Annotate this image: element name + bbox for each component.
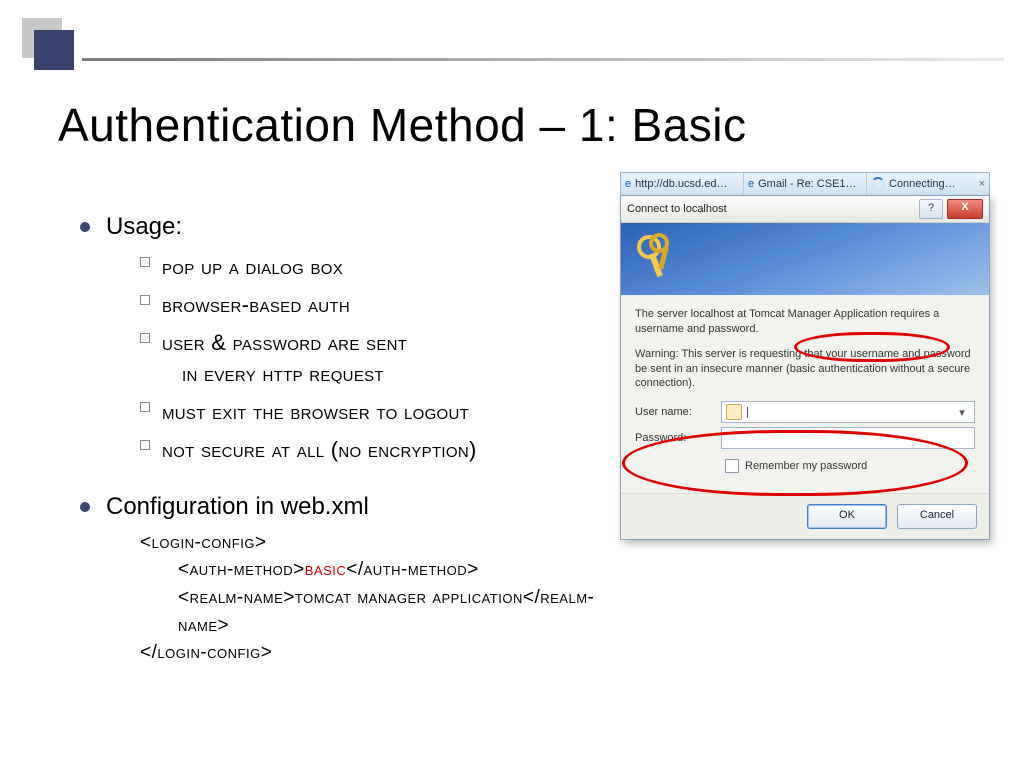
- usage-heading: Usage: Pop up a dialog box Browser-based…: [76, 210, 616, 466]
- dialog-banner: [621, 223, 989, 295]
- close-button[interactable]: X: [947, 199, 983, 219]
- browser-tabbar: ehttp://db.ucsd.ed… eGmail - Re: CSE1… C…: [620, 172, 990, 195]
- xml-line: <auth-method>BASIC</auth-method>: [178, 556, 616, 584]
- password-label: Password:: [635, 432, 721, 444]
- xml-line: <realm-name>Tomcat Manager Application</…: [178, 584, 616, 639]
- dialog-warning: Warning: This server is requesting that …: [635, 347, 975, 392]
- usage-item: Pop up a dialog box: [140, 251, 616, 283]
- usage-item: User & Password are sentin every http re…: [140, 327, 616, 391]
- loading-spinner-icon: [871, 177, 885, 191]
- usage-item: Must exit the browser to logout: [140, 396, 616, 428]
- browser-tab[interactable]: Connecting…×: [867, 173, 989, 195]
- xml-line: <login-config>: [140, 529, 616, 557]
- ie-icon: e: [625, 178, 631, 190]
- username-label: User name:: [635, 406, 721, 418]
- ok-button[interactable]: OK: [807, 504, 887, 529]
- usage-item: Not secure at all (no encryption): [140, 434, 616, 466]
- embedded-screenshot: ehttp://db.ucsd.ed… eGmail - Re: CSE1… C…: [620, 172, 990, 540]
- dialog-message: The server localhost at Tomcat Manager A…: [635, 307, 975, 337]
- xml-snippet: <login-config> <auth-method>BASIC</auth-…: [140, 529, 616, 667]
- cancel-button[interactable]: Cancel: [897, 504, 977, 529]
- xml-value-highlight: BASIC: [305, 559, 347, 580]
- browser-tab[interactable]: eGmail - Re: CSE1…: [744, 173, 867, 195]
- dialog-titlebar: Connect to localhost ? X: [621, 196, 989, 223]
- remember-label: Remember my password: [745, 460, 867, 472]
- xml-line: </login-config>: [140, 639, 616, 667]
- help-button[interactable]: ?: [919, 199, 943, 219]
- auth-dialog: Connect to localhost ? X The server loca…: [620, 195, 990, 540]
- dialog-button-row: OK Cancel: [621, 493, 989, 539]
- slide-body: Usage: Pop up a dialog box Browser-based…: [76, 210, 616, 677]
- usage-item-continuation: in every http request: [182, 361, 384, 386]
- remember-checkbox-row[interactable]: Remember my password: [725, 459, 975, 473]
- browser-tab[interactable]: ehttp://db.ucsd.ed…: [621, 173, 744, 195]
- username-field[interactable]: | ▾: [721, 401, 975, 423]
- close-tab-icon[interactable]: ×: [979, 178, 985, 190]
- user-icon: [726, 404, 742, 420]
- credentials-form: User name: | ▾ Password:: [635, 401, 975, 473]
- realm-name-text: Tomcat Manager Application: [749, 308, 887, 320]
- title-rule: [82, 58, 1004, 61]
- ie-icon: e: [748, 178, 754, 190]
- slide-title: Authentication Method – 1: Basic: [58, 98, 747, 152]
- text-caret: |: [746, 406, 749, 418]
- dialog-title: Connect to localhost: [627, 203, 727, 215]
- keys-icon: [635, 233, 679, 283]
- config-heading: Configuration in web.xml <login-config> …: [76, 490, 616, 667]
- checkbox-icon[interactable]: [725, 459, 739, 473]
- usage-item: Browser-based auth: [140, 289, 616, 321]
- password-field[interactable]: [721, 427, 975, 449]
- chevron-down-icon[interactable]: ▾: [954, 406, 970, 419]
